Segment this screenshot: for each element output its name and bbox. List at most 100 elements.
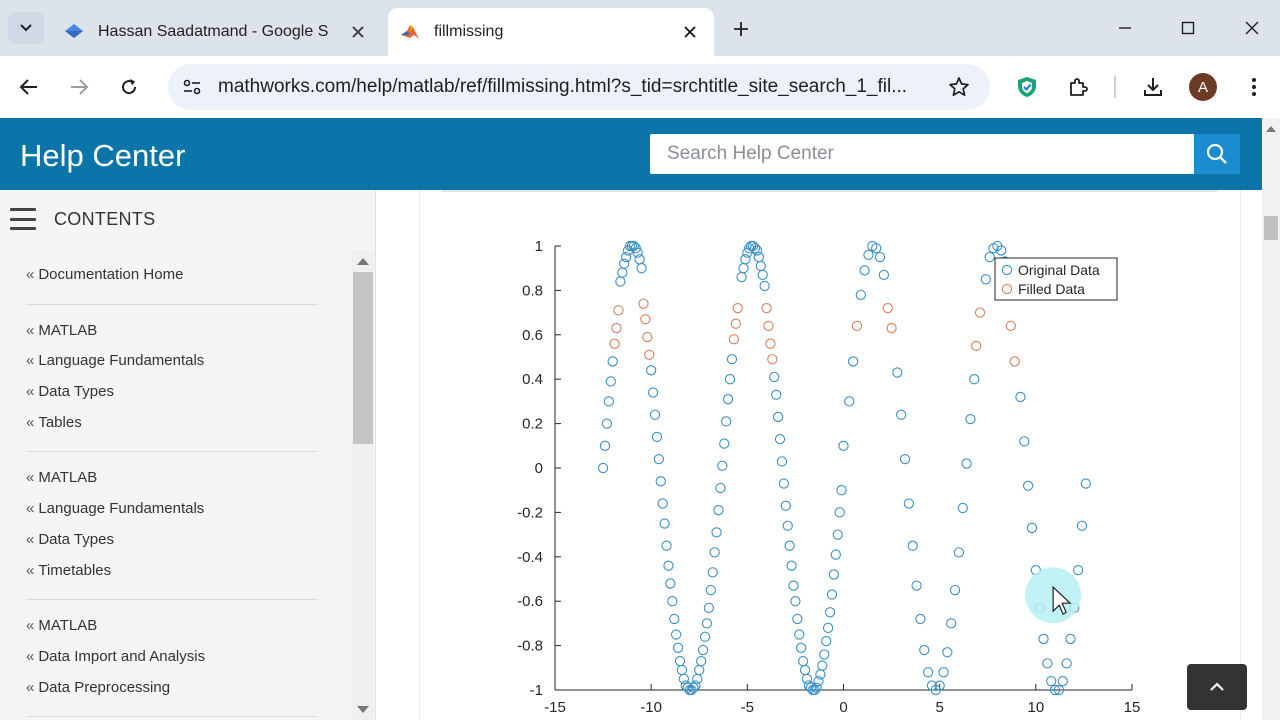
scrollbar-thumb[interactable]	[353, 272, 373, 444]
x-tick-label: -5	[741, 699, 754, 716]
sidebar-link-matlab[interactable]: «MATLAB	[26, 615, 318, 646]
sidebar-link-tables[interactable]: «Tables	[26, 412, 318, 443]
arrow-right-icon	[71, 79, 89, 95]
original-data-point	[1061, 658, 1072, 669]
y-tick-label: 0	[535, 460, 543, 477]
original-data-point	[792, 613, 803, 625]
back-button[interactable]	[12, 70, 46, 104]
original-data-point	[984, 251, 995, 263]
original-data-point	[938, 667, 949, 678]
toolbar-divider	[1114, 76, 1116, 98]
sidebar-scrollbar[interactable]	[352, 250, 374, 720]
new-tab-button[interactable]	[726, 14, 756, 44]
filled-data-point	[767, 354, 778, 365]
filled-data-point	[611, 322, 622, 334]
original-data-point	[892, 367, 903, 378]
original-data-point	[797, 655, 809, 667]
sidebar-link-documentation-home[interactable]: «Documentation Home	[26, 264, 318, 295]
sidebar-link-timetables[interactable]: «Timetables	[26, 560, 318, 591]
double-chevron-left-icon: «	[26, 530, 35, 548]
original-data-point	[946, 618, 957, 629]
original-data-point	[821, 636, 832, 647]
bookmark-star-icon[interactable]	[946, 74, 972, 100]
sidebar-link-data-types[interactable]: «Data Types	[26, 529, 318, 560]
reload-button[interactable]	[112, 70, 146, 104]
y-tick-label: -0.2	[517, 504, 543, 521]
original-data-point	[724, 374, 736, 385]
google-scholar-icon	[64, 22, 84, 42]
forward-button[interactable]	[62, 70, 96, 104]
sidebar-link-matlab[interactable]: «MATLAB	[26, 467, 318, 498]
sidebar-link-matlab[interactable]: «MATLAB	[26, 320, 318, 351]
original-data-point	[1076, 520, 1088, 531]
chevron-up-icon	[1210, 682, 1224, 691]
original-data-point	[786, 560, 797, 571]
close-tab-icon[interactable]	[344, 18, 372, 46]
original-data-point	[699, 631, 711, 642]
hamburger-menu-icon[interactable]	[10, 208, 36, 230]
contents-sidebar: CONTENTS «Documentation Home «MATLAB «La…	[0, 190, 376, 720]
close-tab-icon[interactable]	[676, 18, 704, 46]
original-data-point	[782, 520, 793, 531]
contents-header[interactable]: CONTENTS	[10, 208, 155, 230]
original-data-point	[896, 409, 907, 420]
more-menu-icon[interactable]	[1237, 70, 1271, 104]
plus-icon	[734, 22, 748, 36]
scroll-up-arrow-icon[interactable]	[357, 258, 369, 265]
maximize-button[interactable]	[1173, 14, 1203, 42]
y-tick-label: -0.4	[517, 549, 543, 566]
original-data-point	[757, 269, 768, 281]
extensions-puzzle-icon[interactable]	[1061, 70, 1095, 104]
original-data-point	[597, 462, 609, 474]
sidebar-link-language-fundamentals[interactable]: «Language Fundamentals	[26, 498, 318, 529]
downloads-icon[interactable]	[1136, 70, 1170, 104]
original-data-point	[965, 414, 976, 425]
tab-google-scholar[interactable]: Hassan Saadatmand - Google S	[52, 8, 382, 56]
sidebar-link-data-preprocessing[interactable]: «Data Preprocessing	[26, 677, 318, 708]
address-bar[interactable]: mathworks.com/help/matlab/ref/fillmissin…	[168, 64, 990, 110]
sidebar-link-language-fundamentals[interactable]: «Language Fundamentals	[26, 350, 318, 381]
scroll-down-arrow-icon[interactable]	[357, 706, 369, 713]
original-data-point	[1065, 633, 1076, 645]
original-data-point	[780, 500, 791, 511]
scroll-up-arrow-icon[interactable]	[1266, 126, 1276, 132]
double-chevron-left-icon: «	[26, 617, 35, 635]
scrollbar-thumb[interactable]	[1264, 216, 1278, 240]
original-data-point	[1015, 391, 1026, 403]
x-tick-label: -10	[640, 699, 662, 716]
original-data-point	[659, 518, 670, 529]
original-data-point	[1057, 675, 1068, 687]
sidebar-link-data-types[interactable]: «Data Types	[26, 381, 318, 412]
site-info-icon[interactable]	[176, 71, 208, 103]
search-button[interactable]	[1194, 134, 1240, 174]
page-title[interactable]: Help Center	[20, 138, 185, 174]
original-data-point	[949, 584, 961, 596]
page-scrollbar[interactable]	[1262, 118, 1280, 720]
x-tick-label: 15	[1124, 699, 1141, 716]
tab-search-button[interactable]	[8, 12, 44, 44]
original-data-point	[722, 394, 734, 405]
original-data-point	[830, 549, 841, 560]
sidebar-link-data-import-and-analysis[interactable]: «Data Import and Analysis	[26, 646, 318, 677]
original-data-point	[705, 584, 716, 596]
back-to-top-button[interactable]	[1187, 664, 1247, 710]
original-data-point	[919, 644, 930, 656]
close-window-button[interactable]	[1237, 14, 1267, 42]
minimize-button[interactable]	[1110, 14, 1140, 42]
minimize-icon	[1119, 27, 1131, 29]
url-text[interactable]: mathworks.com/help/matlab/ref/fillmissin…	[218, 76, 930, 98]
y-tick-label: 0.6	[522, 327, 543, 344]
y-tick-label: -0.6	[517, 593, 543, 610]
original-data-point	[701, 618, 713, 629]
original-data-point	[874, 251, 886, 263]
original-data-point	[665, 578, 676, 589]
filled-data-point	[730, 318, 741, 329]
contents-label: CONTENTS	[54, 208, 156, 229]
shield-extension-icon[interactable]	[1010, 70, 1044, 104]
profile-avatar[interactable]: A	[1189, 73, 1217, 101]
search-input[interactable]	[650, 134, 1194, 174]
original-data-point	[911, 580, 922, 591]
tab-title: fillmissing	[434, 23, 504, 40]
original-data-point	[678, 673, 690, 685]
tab-fillmissing[interactable]: fillmissing	[388, 8, 714, 56]
